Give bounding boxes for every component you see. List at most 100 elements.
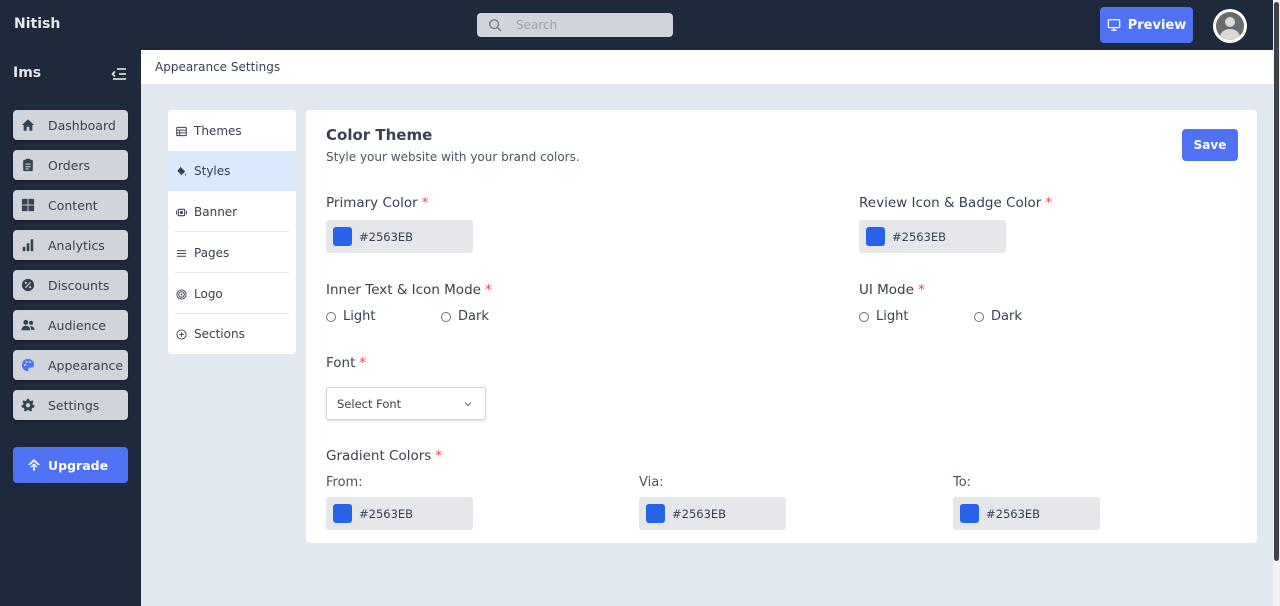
sidebar-item-label: Appearance (48, 357, 124, 373)
submenu-item-pages[interactable]: Pages (168, 233, 296, 273)
chevron-down-icon (464, 402, 472, 407)
sidebar-item-audience[interactable]: Audience (13, 310, 128, 340)
card-title: Color Theme (326, 126, 433, 144)
banner-icon (176, 208, 187, 216)
radio-button[interactable] (441, 311, 451, 322)
primary-color-value: #2563EB (359, 229, 414, 244)
ui-mode-label: UI Mode * (859, 282, 925, 298)
required-mark: * (484, 282, 492, 298)
color-theme-card: Color Theme Style your website with your… (306, 110, 1257, 543)
scrollbar-thumb[interactable] (1274, 2, 1279, 561)
radio-button[interactable] (859, 311, 869, 322)
sidebar-item-label: Audience (48, 317, 107, 333)
search-input[interactable] (516, 18, 656, 32)
gradient-via-field[interactable]: #2563EB (639, 497, 786, 530)
fingerprint-icon (176, 288, 187, 300)
submenu-divider (175, 313, 289, 314)
radio-button[interactable] (974, 311, 984, 322)
submenu-item-sections[interactable]: Sections (168, 314, 296, 354)
avatar-image (1216, 12, 1244, 40)
discount-icon (21, 278, 35, 292)
required-mark: * (917, 282, 925, 298)
required-mark: * (359, 355, 367, 371)
font-label: Font * (326, 355, 366, 371)
gradient-label: Gradient Colors * (326, 448, 442, 464)
scrollbar[interactable] (1273, 0, 1280, 606)
grid-icon (21, 198, 35, 212)
submenu-item-logo[interactable]: Logo (168, 274, 296, 314)
gradient-via-label: Via: (639, 475, 664, 490)
submenu-divider (175, 272, 289, 273)
required-mark: * (421, 195, 429, 211)
submenu-divider (175, 231, 289, 232)
radio-button[interactable] (326, 311, 336, 322)
search-box[interactable] (477, 13, 673, 37)
inner-mode-light-radio[interactable]: Light (326, 309, 375, 324)
sidebar-title: Ims (13, 65, 42, 81)
upgrade-button[interactable]: Upgrade (13, 447, 128, 483)
font-label-text: Font (326, 355, 356, 371)
review-color-field[interactable]: #2563EB (859, 220, 1006, 253)
radio-label: Dark (991, 309, 1022, 324)
preview-label: Preview (1127, 17, 1187, 33)
submenu-item-label: Sections (194, 327, 245, 341)
submenu-item-themes[interactable]: Themes (168, 111, 296, 151)
top-bar: Nitish Preview (0, 0, 1273, 50)
rocket-icon (27, 458, 41, 471)
gear-icon (21, 398, 35, 412)
submenu-item-styles[interactable]: Styles (168, 151, 296, 191)
lines-icon (176, 249, 187, 257)
sidebar-item-content[interactable]: Content (13, 190, 128, 220)
avatar[interactable] (1213, 9, 1247, 43)
bar-chart-icon (22, 239, 34, 252)
sidebar-item-discounts[interactable]: Discounts (13, 270, 128, 300)
upgrade-label: Upgrade (48, 457, 109, 473)
sidebar-item-dashboard[interactable]: Dashboard (13, 110, 128, 140)
sidebar: Ims Dashboard Orders Content Analytics D… (0, 50, 141, 606)
sidebar-item-appearance[interactable]: Appearance (13, 350, 128, 380)
submenu-item-label: Themes (194, 124, 242, 138)
font-select[interactable]: Select Font (326, 387, 486, 420)
required-mark: * (1045, 195, 1053, 211)
sidebar-item-orders[interactable]: Orders (13, 150, 128, 180)
primary-color-label-text: Primary Color (326, 195, 418, 211)
radio-label: Light (876, 309, 909, 324)
gradient-via-value: #2563EB (672, 506, 727, 521)
appearance-submenu: Themes Styles Banner Pages Logo Sections (168, 110, 296, 354)
color-swatch[interactable] (333, 227, 352, 246)
color-swatch[interactable] (960, 504, 979, 523)
monitor-icon (1107, 19, 1121, 31)
font-select-value: Select Font (337, 396, 402, 411)
preview-button[interactable]: Preview (1100, 7, 1193, 43)
save-button[interactable]: Save (1182, 129, 1238, 161)
color-swatch[interactable] (646, 504, 665, 523)
gradient-to-field[interactable]: #2563EB (953, 497, 1100, 530)
inner-mode-label-text: Inner Text & Icon Mode (326, 282, 481, 298)
ui-mode-label-text: UI Mode (859, 282, 914, 298)
sidebar-item-label: Settings (48, 397, 100, 413)
required-mark: * (435, 448, 443, 464)
inner-mode-label: Inner Text & Icon Mode * (326, 282, 492, 298)
color-swatch[interactable] (866, 227, 885, 246)
radio-label: Light (343, 309, 376, 324)
gradient-to-value: #2563EB (986, 506, 1041, 521)
review-color-label-text: Review Icon & Badge Color (859, 195, 1042, 211)
sidebar-item-settings[interactable]: Settings (13, 390, 128, 420)
sidebar-item-analytics[interactable]: Analytics (13, 230, 128, 260)
submenu-item-label: Styles (194, 164, 231, 178)
ui-mode-light-radio[interactable]: Light (859, 309, 908, 324)
ui-mode-dark-radio[interactable]: Dark (974, 309, 1022, 324)
circle-plus-icon (176, 328, 187, 340)
page-title: Appearance Settings (155, 60, 281, 74)
gradient-from-field[interactable]: #2563EB (326, 497, 473, 530)
submenu-item-label: Pages (194, 246, 230, 260)
primary-color-field[interactable]: #2563EB (326, 220, 473, 253)
color-swatch[interactable] (333, 504, 352, 523)
submenu-item-label: Logo (194, 287, 223, 301)
inner-mode-dark-radio[interactable]: Dark (441, 309, 489, 324)
users-icon (21, 319, 35, 331)
table-icon (176, 126, 187, 136)
submenu-item-banner[interactable]: Banner (168, 192, 296, 232)
review-color-label: Review Icon & Badge Color * (859, 195, 1052, 211)
collapse-menu-icon[interactable] (111, 67, 127, 81)
